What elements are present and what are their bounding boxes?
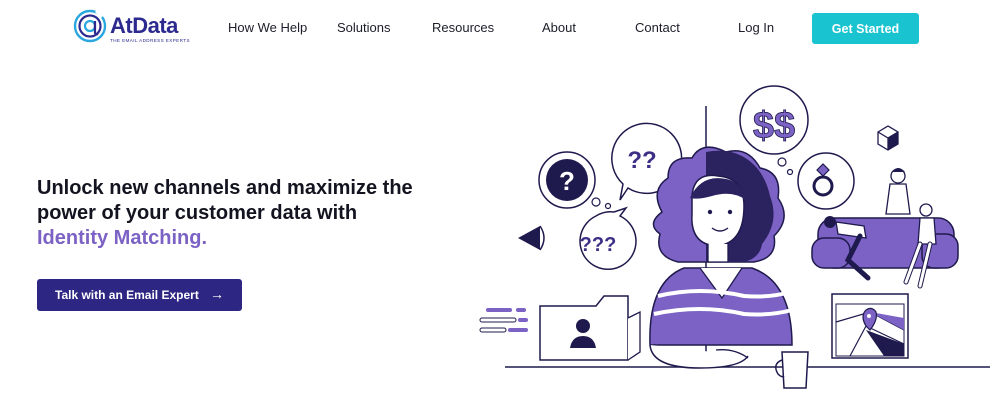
ring-bubble-icon <box>797 152 855 210</box>
double-question-text: ?? <box>627 147 656 174</box>
question-mark-text: ? <box>559 166 575 196</box>
triple-question-text: ??? <box>580 234 617 256</box>
hero-headline-line1: Unlock new channels and maximize the <box>37 177 413 199</box>
nav-about[interactable]: About <box>542 20 576 35</box>
profile-folder-icon <box>539 295 641 361</box>
talk-with-expert-button[interactable]: Talk with an Email Expert → <box>37 279 242 311</box>
cube-icon <box>877 125 899 151</box>
identity-matching-illustration: ? ?? ??? $$ <box>479 85 990 389</box>
text-lines-icon <box>479 308 528 333</box>
woman-avatar-icon <box>649 146 793 369</box>
top-navigation: AtData THE EMAIL ADDRESS EXPERTS How We … <box>0 0 1000 56</box>
money-bubble-icon: $$ <box>739 85 809 155</box>
nav-contact[interactable]: Contact <box>635 20 680 35</box>
hero-headline-line2: power of your customer data with <box>37 202 358 224</box>
nav-log-in[interactable]: Log In <box>738 20 774 35</box>
get-started-button[interactable]: Get Started <box>812 13 919 44</box>
logo-at-icon <box>73 9 107 43</box>
hero-headline: Unlock new channels and maximize the pow… <box>37 176 437 251</box>
logo-tagline: THE EMAIL ADDRESS EXPERTS <box>110 38 190 43</box>
talk-with-expert-label: Talk with an Email Expert <box>55 288 199 302</box>
atdata-logo[interactable]: AtData THE EMAIL ADDRESS EXPERTS <box>72 8 190 46</box>
money-text: $$ <box>753 105 795 147</box>
nav-resources[interactable]: Resources <box>432 20 494 35</box>
logo-wordmark: AtData <box>110 13 178 38</box>
triple-question-bubble-icon: ??? <box>579 206 637 270</box>
arrow-right-icon: → <box>210 286 224 302</box>
nav-solutions[interactable]: Solutions <box>337 20 390 35</box>
map-card-icon <box>831 293 909 359</box>
megaphone-icon <box>518 226 540 250</box>
coffee-cup-icon <box>775 351 809 389</box>
hero-headline-accent: Identity Matching. <box>37 227 207 249</box>
nav-how-we-help[interactable]: How We Help <box>228 20 307 35</box>
question-bubble-icon: ? <box>538 151 596 209</box>
